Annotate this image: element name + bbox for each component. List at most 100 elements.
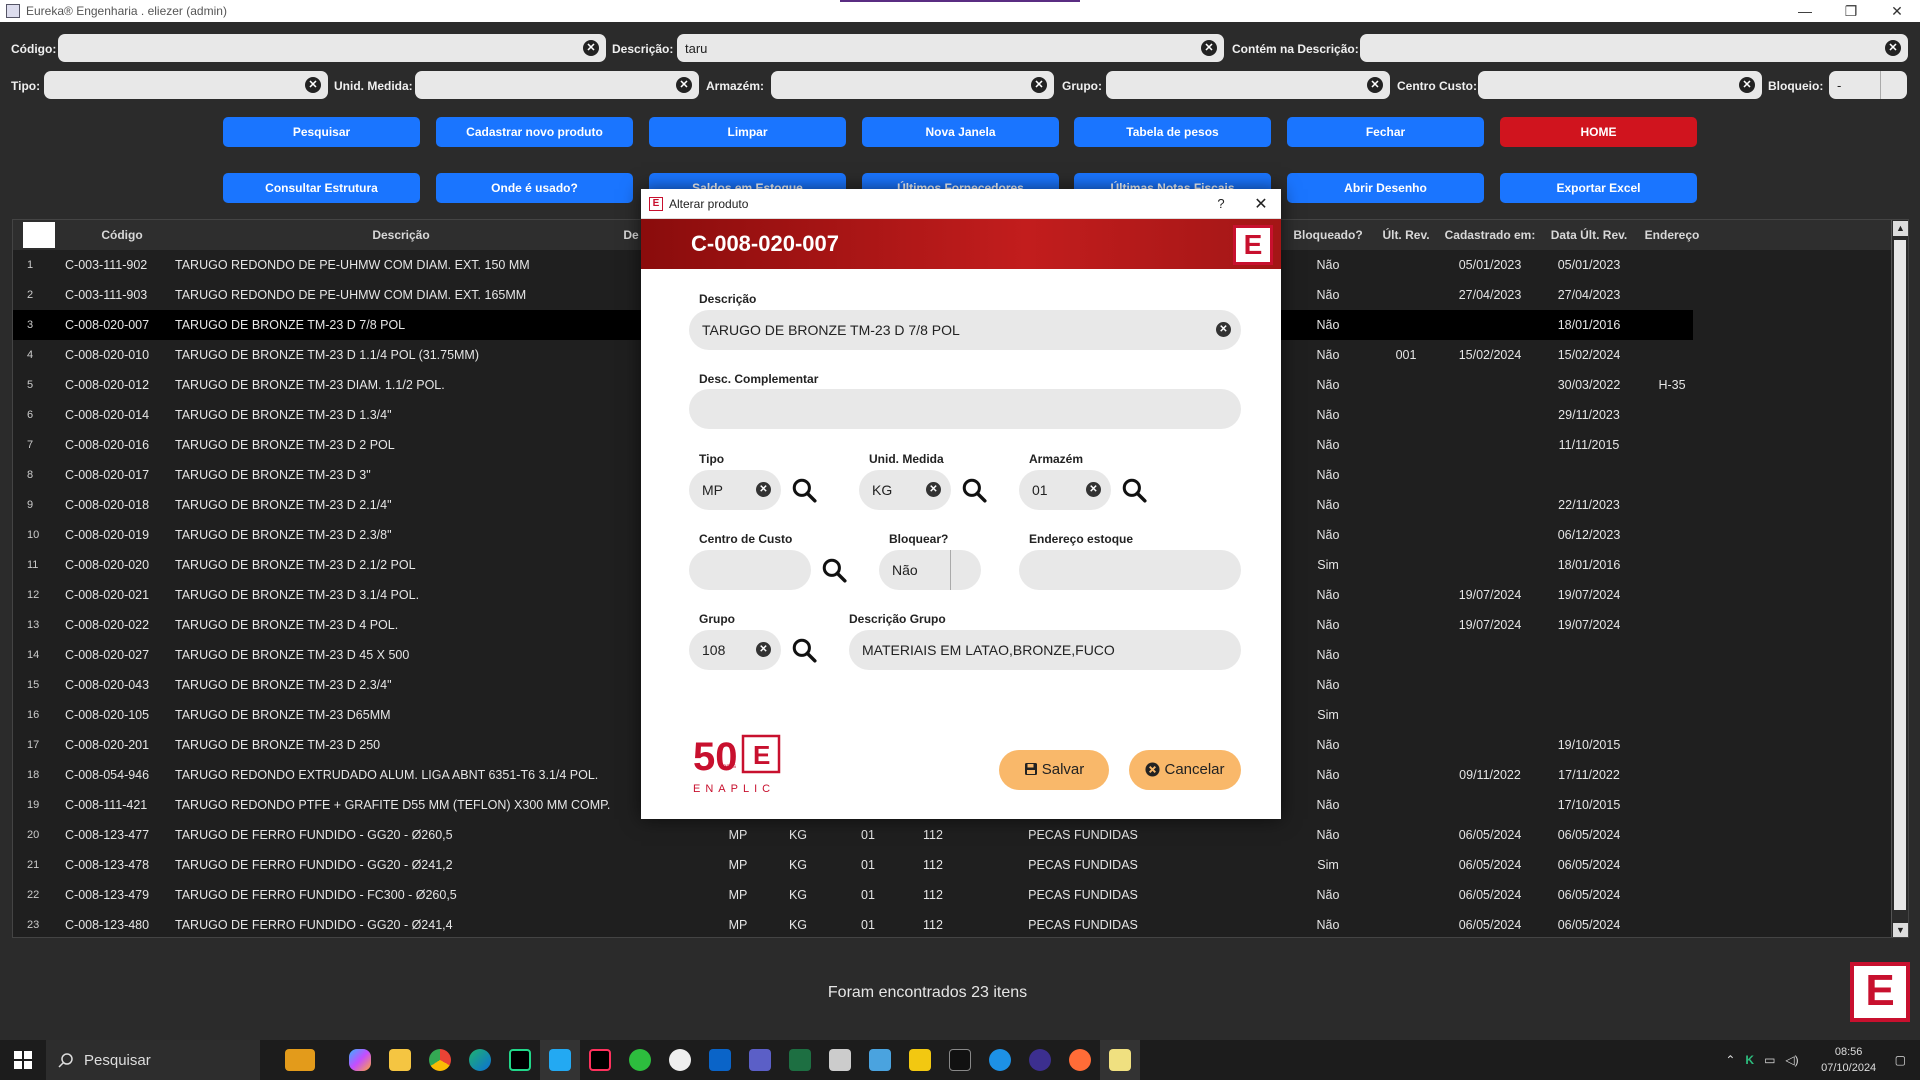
- clear-icon[interactable]: ✕: [583, 40, 599, 56]
- cadastrar-novo-produto-button[interactable]: Cadastrar novo produto: [436, 117, 633, 147]
- home-button[interactable]: HOME: [1500, 117, 1697, 147]
- file-explorer-icon[interactable]: [380, 1040, 420, 1080]
- clear-icon[interactable]: ✕: [1086, 482, 1101, 497]
- eclipse-icon[interactable]: [1020, 1040, 1060, 1080]
- table-row[interactable]: 20 C-008-123-477 TARUGO DE FERRO FUNDIDO -…: [13, 820, 1693, 850]
- windows-start-icon[interactable]: [0, 1040, 46, 1080]
- search-icon[interactable]: [791, 637, 817, 663]
- header-descricao[interactable]: Descrição: [181, 220, 621, 250]
- taskbar-clock[interactable]: 08:56 07/10/2024: [1809, 1044, 1889, 1076]
- clear-icon[interactable]: ✕: [926, 482, 941, 497]
- taskbar-search[interactable]: Pesquisar: [46, 1040, 260, 1080]
- tabela-de-pesos-button[interactable]: Tabela de pesos: [1074, 117, 1271, 147]
- desc-comp-field[interactable]: [689, 389, 1241, 429]
- pycharm-icon[interactable]: [500, 1040, 540, 1080]
- cancelar-button[interactable]: Cancelar: [1129, 750, 1241, 790]
- maximize-button[interactable]: ❐: [1828, 3, 1874, 20]
- armazem-field[interactable]: 01 ✕: [1019, 470, 1111, 510]
- nova-janela-button[interactable]: Nova Janela: [862, 117, 1059, 147]
- descricao-input[interactable]: taru ✕: [677, 34, 1224, 62]
- close-dialog-button[interactable]: ✕: [1241, 194, 1281, 214]
- scroll-up-arrow-icon[interactable]: ▲: [1893, 221, 1908, 236]
- package-icon[interactable]: [820, 1040, 860, 1080]
- clear-icon[interactable]: ✕: [1739, 77, 1755, 93]
- select-all-corner[interactable]: [23, 222, 55, 248]
- edge-icon[interactable]: [460, 1040, 500, 1080]
- intellij-icon[interactable]: [580, 1040, 620, 1080]
- bloquear-select[interactable]: Não: [879, 550, 981, 590]
- kaspersky-icon[interactable]: K: [1745, 1053, 1754, 1067]
- endereco-field[interactable]: [1019, 550, 1241, 590]
- grupo-input[interactable]: ✕: [1106, 71, 1390, 99]
- search-icon[interactable]: [821, 557, 847, 583]
- consultar-estrutura-button[interactable]: Consultar Estrutura: [223, 173, 420, 203]
- volume-icon[interactable]: ◁): [1785, 1053, 1798, 1067]
- table-row[interactable]: 23 C-008-123-480 TARUGO DE FERRO FUNDIDO -…: [13, 910, 1693, 937]
- chrome-icon[interactable]: [420, 1040, 460, 1080]
- search-icon[interactable]: [1121, 477, 1147, 503]
- clear-icon[interactable]: ✕: [305, 77, 321, 93]
- outlook-icon[interactable]: [700, 1040, 740, 1080]
- vscode-icon[interactable]: [540, 1040, 580, 1080]
- clear-icon[interactable]: ✕: [1885, 40, 1901, 56]
- search-icon[interactable]: [961, 477, 987, 503]
- tipo-field[interactable]: MP ✕: [689, 470, 781, 510]
- notification-icon[interactable]: ▢: [1895, 1053, 1906, 1067]
- abrir-desenho-button[interactable]: Abrir Desenho: [1287, 173, 1484, 203]
- chat-icon[interactable]: [620, 1040, 660, 1080]
- excel-icon[interactable]: [780, 1040, 820, 1080]
- centro-field[interactable]: [689, 550, 811, 590]
- unid-input[interactable]: ✕: [415, 71, 699, 99]
- briefcase-icon[interactable]: [260, 1040, 340, 1080]
- clear-icon[interactable]: ✕: [676, 77, 692, 93]
- fechar-button[interactable]: Fechar: [1287, 117, 1484, 147]
- limpar-button[interactable]: Limpar: [649, 117, 846, 147]
- search-icon[interactable]: [791, 477, 817, 503]
- clear-icon[interactable]: ✕: [1367, 77, 1383, 93]
- terminal-icon[interactable]: [940, 1040, 980, 1080]
- vertical-scrollbar[interactable]: ▲ ▼: [1891, 220, 1908, 937]
- grupo-field[interactable]: 108 ✕: [689, 630, 781, 670]
- postman-icon[interactable]: [1060, 1040, 1100, 1080]
- header-endereco[interactable]: Endereço: [1637, 220, 1707, 250]
- header-ult-rev[interactable]: Últ. Rev.: [1373, 220, 1439, 250]
- network-icon[interactable]: ▭: [1764, 1053, 1775, 1067]
- centro-input[interactable]: ✕: [1478, 71, 1762, 99]
- exportar-excel-button[interactable]: Exportar Excel: [1500, 173, 1697, 203]
- unid-field[interactable]: KG ✕: [859, 470, 951, 510]
- help-button[interactable]: ?: [1201, 196, 1241, 211]
- contem-input[interactable]: ✕: [1360, 34, 1908, 62]
- descricao-field[interactable]: TARUGO DE BRONZE TM-23 D 7/8 POL ✕: [689, 310, 1241, 350]
- bloqueio-select[interactable]: -: [1829, 71, 1907, 99]
- armazem-input[interactable]: ✕: [771, 71, 1054, 99]
- clear-icon[interactable]: ✕: [1216, 322, 1231, 337]
- clear-icon[interactable]: ✕: [1031, 77, 1047, 93]
- tipo-input[interactable]: ✕: [44, 71, 328, 99]
- onde-e-usado-button[interactable]: Onde é usado?: [436, 173, 633, 203]
- desc-grupo-field[interactable]: MATERIAIS EM LATAO,BRONZE,FUCO: [849, 630, 1241, 670]
- docker-icon[interactable]: [980, 1040, 1020, 1080]
- header-de[interactable]: De: [621, 220, 641, 250]
- codigo-input[interactable]: ✕: [58, 34, 606, 62]
- close-window-button[interactable]: ✕: [1874, 3, 1920, 20]
- scroll-down-arrow-icon[interactable]: ▼: [1893, 923, 1908, 937]
- table-row[interactable]: 22 C-008-123-479 TARUGO DE FERRO FUNDIDO -…: [13, 880, 1693, 910]
- monitor-icon[interactable]: [860, 1040, 900, 1080]
- scrollbar-thumb[interactable]: [1894, 240, 1906, 910]
- clear-icon[interactable]: ✕: [1201, 40, 1217, 56]
- teams-icon[interactable]: [740, 1040, 780, 1080]
- header-data-ult-rev[interactable]: Data Últ. Rev.: [1541, 220, 1637, 250]
- minimize-button[interactable]: —: [1782, 3, 1828, 19]
- table-row[interactable]: 21 C-008-123-478 TARUGO DE FERRO FUNDIDO -…: [13, 850, 1693, 880]
- clear-icon[interactable]: ✕: [756, 642, 771, 657]
- tux-icon[interactable]: [660, 1040, 700, 1080]
- salvar-button[interactable]: Salvar: [999, 750, 1109, 790]
- pesquisar-button[interactable]: Pesquisar: [223, 117, 420, 147]
- header-bloqueado[interactable]: Bloqueado?: [1283, 220, 1373, 250]
- powerbi-icon[interactable]: [900, 1040, 940, 1080]
- header-codigo[interactable]: Código: [63, 220, 181, 250]
- header-cadastrado[interactable]: Cadastrado em:: [1439, 220, 1541, 250]
- python-app-icon[interactable]: [1100, 1040, 1140, 1080]
- copilot-icon[interactable]: [340, 1040, 380, 1080]
- chevron-up-icon[interactable]: ⌃: [1725, 1053, 1735, 1067]
